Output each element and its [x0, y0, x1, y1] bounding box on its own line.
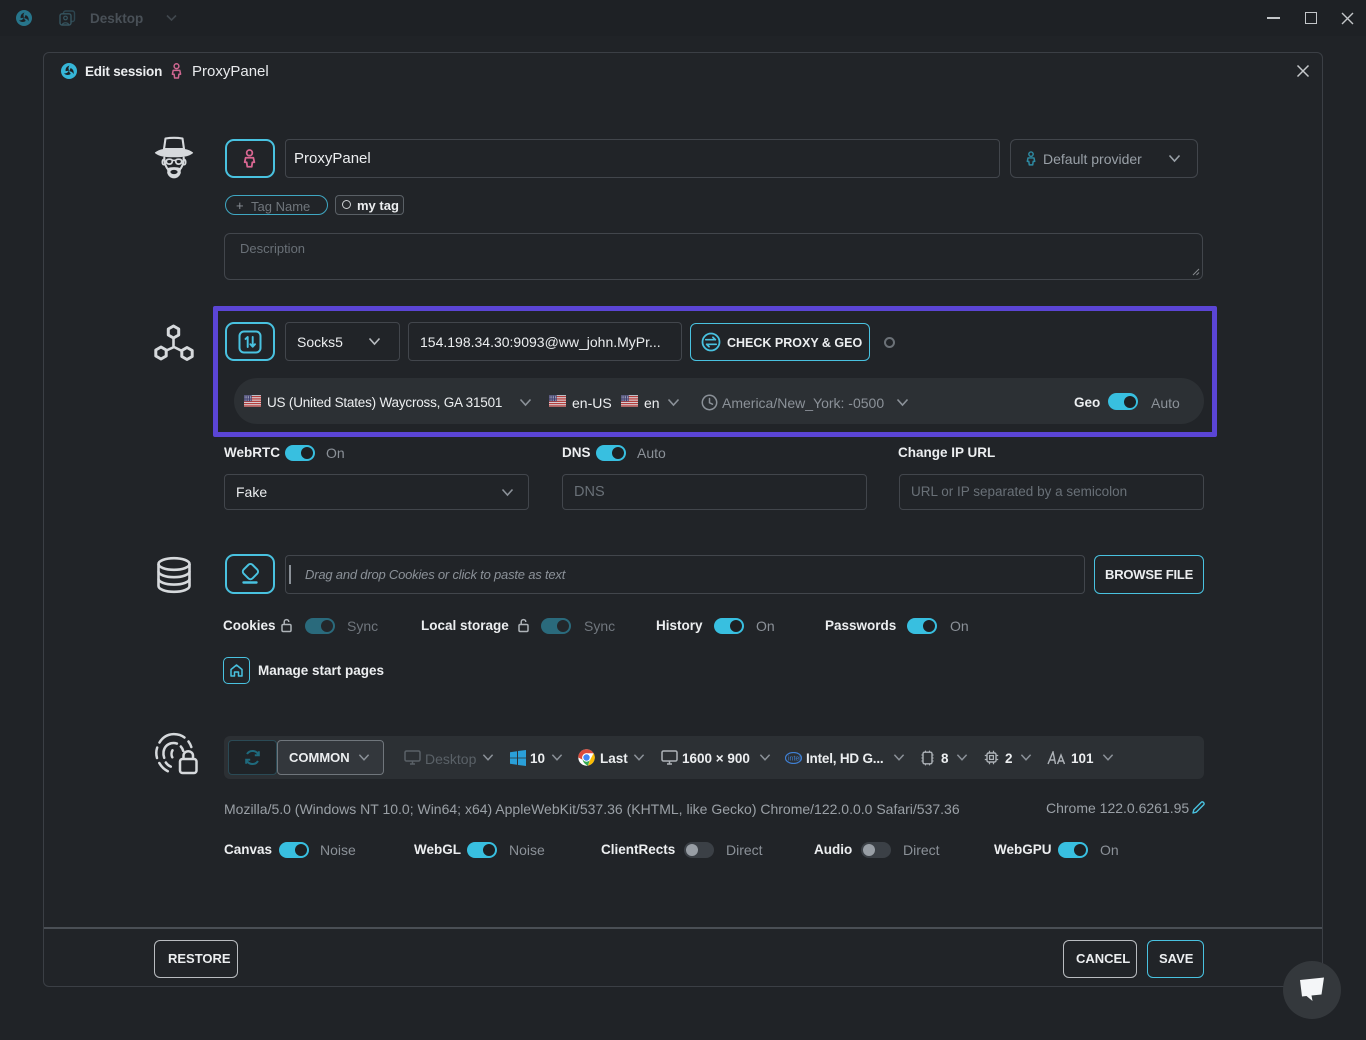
svg-text:intel: intel	[788, 756, 801, 763]
